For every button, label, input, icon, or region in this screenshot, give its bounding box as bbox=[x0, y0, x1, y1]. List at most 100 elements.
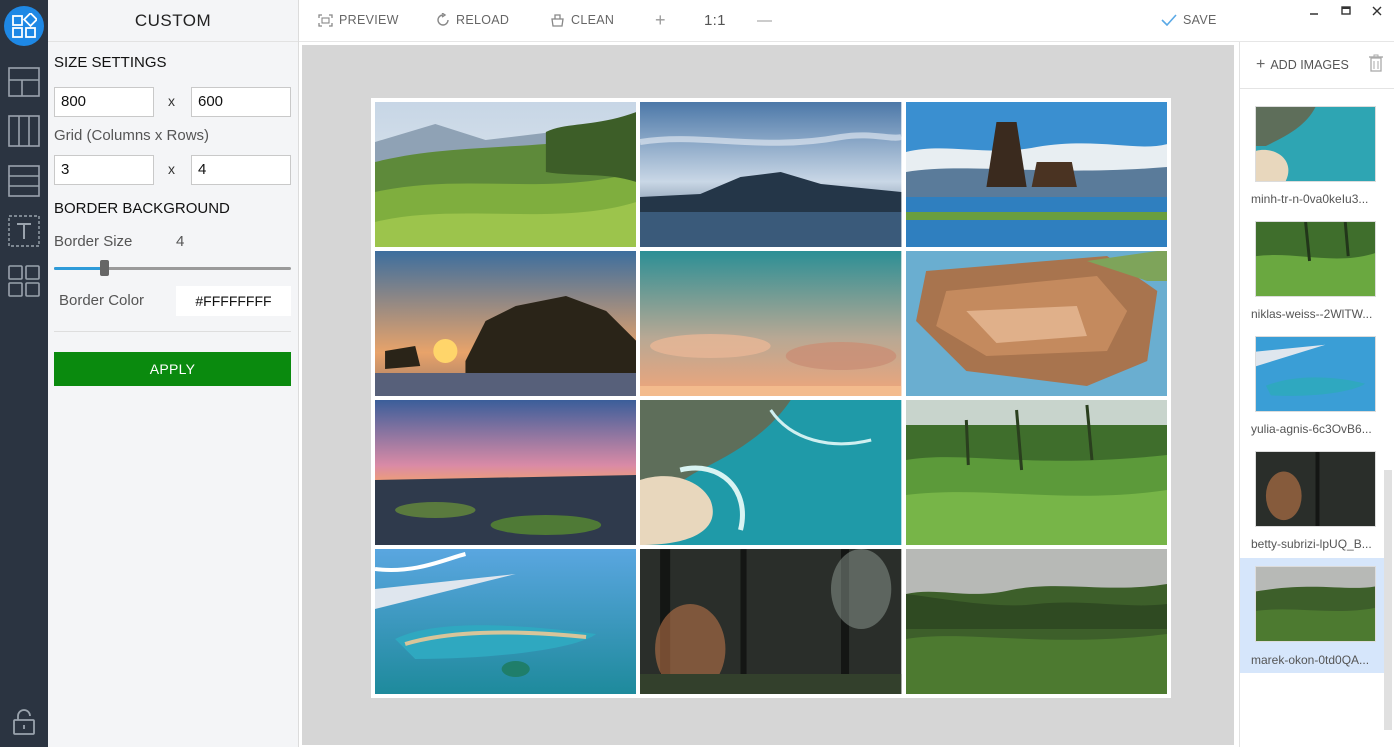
collage-cell-rice-terraces[interactable] bbox=[375, 102, 637, 247]
apply-button[interactable]: APPLY bbox=[54, 352, 291, 386]
forest-thumbnail bbox=[1256, 452, 1375, 526]
border-color-label: Border Color bbox=[59, 292, 145, 309]
close-button[interactable] bbox=[1372, 4, 1382, 20]
grid-times-label: x bbox=[168, 161, 175, 177]
misty-valley-photo bbox=[905, 549, 1167, 694]
collage-cell-jungle-terraces[interactable] bbox=[905, 400, 1167, 545]
grid-layout-icon bbox=[8, 265, 40, 297]
image-filename: minh-tr-n-0va0keIu3... bbox=[1251, 192, 1369, 206]
preview-label: PREVIEW bbox=[339, 13, 399, 27]
airplane-thumbnail bbox=[1256, 337, 1375, 411]
maximize-icon bbox=[1341, 6, 1351, 15]
images-panel: + ADD IMAGES minh-tr-n-0va0keIu3... nikl… bbox=[1239, 42, 1394, 747]
top-toolbar: PREVIEW RELOAD CLEAN + 1:1 — SAVE bbox=[299, 0, 1394, 42]
lake-volcano-photo bbox=[640, 102, 902, 247]
lock-icon bbox=[13, 709, 35, 735]
collage-cell-airplane-view[interactable] bbox=[375, 549, 637, 694]
maximize-button[interactable] bbox=[1341, 4, 1351, 20]
image-list-item-selected[interactable]: marek-okon-0td0QA... bbox=[1240, 558, 1385, 673]
custom-layout-button[interactable] bbox=[4, 6, 44, 46]
text-icon bbox=[8, 215, 40, 247]
collage-cell-water-temple[interactable] bbox=[905, 102, 1167, 247]
rice-terraces-photo bbox=[375, 102, 637, 247]
add-images-button[interactable]: + ADD IMAGES bbox=[1256, 54, 1349, 76]
collage-cell-cloudy-sky[interactable] bbox=[640, 251, 902, 396]
image-list-item[interactable]: betty-subrizi-lpUQ_B... bbox=[1240, 443, 1385, 558]
three-column-layout-button[interactable] bbox=[0, 109, 48, 153]
purple-sunset-photo bbox=[375, 400, 637, 545]
cloudy-sky-photo bbox=[640, 251, 902, 396]
thumbnail bbox=[1255, 451, 1376, 527]
delete-images-button[interactable] bbox=[1368, 54, 1384, 77]
panel-separator bbox=[1240, 88, 1394, 89]
panel-title: CUSTOM bbox=[48, 0, 298, 42]
plus-icon: + bbox=[1256, 56, 1266, 73]
grid-label: Grid (Columns x Rows) bbox=[54, 127, 210, 144]
layout-rail bbox=[0, 0, 48, 747]
cliff-beach-photo bbox=[640, 400, 902, 545]
sunset-temple-photo bbox=[375, 251, 637, 396]
reload-button[interactable]: RELOAD bbox=[436, 0, 509, 40]
thumbnail bbox=[1255, 221, 1376, 297]
beach-cove-thumbnail bbox=[1256, 107, 1375, 181]
close-icon bbox=[1372, 6, 1382, 16]
aerial-city-photo bbox=[905, 251, 1167, 396]
airplane-view-photo bbox=[375, 549, 637, 694]
collage-cell-purple-sunset[interactable] bbox=[375, 400, 637, 545]
minimize-button[interactable] bbox=[1309, 4, 1319, 20]
forest-light-photo bbox=[640, 549, 902, 694]
image-list-item[interactable]: yulia-agnis-6c3OvB6... bbox=[1240, 328, 1385, 443]
zoom-out-button[interactable]: — bbox=[757, 0, 772, 40]
image-filename: betty-subrizi-lpUQ_B... bbox=[1251, 537, 1372, 551]
save-button[interactable]: SAVE bbox=[1161, 0, 1217, 40]
clean-icon bbox=[551, 14, 564, 27]
border-color-input[interactable]: #FFFFFFFF bbox=[176, 286, 291, 316]
thumbnail bbox=[1255, 566, 1376, 642]
valley-thumbnail bbox=[1256, 567, 1375, 641]
collage-cell-misty-valley[interactable] bbox=[905, 549, 1167, 694]
image-list-item[interactable]: niklas-weiss--2WlTW... bbox=[1240, 213, 1385, 328]
border-size-value: 4 bbox=[176, 233, 185, 250]
slider-thumb[interactable] bbox=[100, 260, 109, 276]
reload-icon bbox=[437, 13, 449, 26]
zoom-in-button[interactable]: + bbox=[655, 0, 666, 40]
three-row-layout-icon bbox=[8, 165, 40, 197]
image-filename: niklas-weiss--2WlTW... bbox=[1251, 307, 1373, 321]
collage-canvas[interactable] bbox=[371, 98, 1171, 698]
save-label: SAVE bbox=[1183, 13, 1217, 27]
preview-icon bbox=[318, 13, 333, 27]
border-size-slider[interactable] bbox=[54, 260, 291, 276]
size-times-label: x bbox=[168, 93, 175, 109]
jungle-terraces-photo bbox=[905, 400, 1167, 545]
images-scrollbar[interactable] bbox=[1384, 470, 1392, 730]
image-list-item[interactable]: minh-tr-n-0va0keIu3... bbox=[1240, 98, 1385, 213]
collage-cell-cliff-beach[interactable] bbox=[640, 400, 902, 545]
rows-input[interactable]: 4 bbox=[191, 155, 291, 185]
three-row-layout-button[interactable] bbox=[0, 159, 48, 203]
grid-layout-button[interactable] bbox=[0, 259, 48, 303]
lock-button[interactable] bbox=[0, 700, 48, 744]
two-row-layout-icon bbox=[8, 67, 40, 97]
two-row-layout-button[interactable] bbox=[0, 60, 48, 104]
size-settings-heading: SIZE SETTINGS bbox=[54, 54, 167, 71]
height-input[interactable]: 600 bbox=[191, 87, 291, 117]
collage-cell-aerial-city[interactable] bbox=[905, 251, 1167, 396]
width-input[interactable]: 800 bbox=[54, 87, 154, 117]
settings-panel: CUSTOM SIZE SETTINGS 800 x 600 Grid (Col… bbox=[48, 0, 299, 747]
preview-button[interactable]: PREVIEW bbox=[318, 0, 399, 40]
clean-button[interactable]: CLEAN bbox=[550, 0, 614, 40]
thumbnail bbox=[1255, 106, 1376, 182]
collage-cell-forest-light[interactable] bbox=[640, 549, 902, 694]
thumbnail bbox=[1255, 336, 1376, 412]
columns-input[interactable]: 3 bbox=[54, 155, 154, 185]
zoom-reset-button[interactable]: 1:1 bbox=[704, 0, 726, 40]
workspace bbox=[299, 42, 1239, 747]
three-column-layout-icon bbox=[8, 115, 40, 147]
add-images-label: ADD IMAGES bbox=[1270, 58, 1349, 72]
collage-cell-lake-volcano[interactable] bbox=[640, 102, 902, 247]
collage-cell-sunset-temple[interactable] bbox=[375, 251, 637, 396]
text-tool-button[interactable] bbox=[0, 209, 48, 253]
border-background-heading: BORDER BACKGROUND bbox=[54, 200, 230, 217]
jungle-thumbnail bbox=[1256, 222, 1375, 296]
image-filename: yulia-agnis-6c3OvB6... bbox=[1251, 422, 1372, 436]
